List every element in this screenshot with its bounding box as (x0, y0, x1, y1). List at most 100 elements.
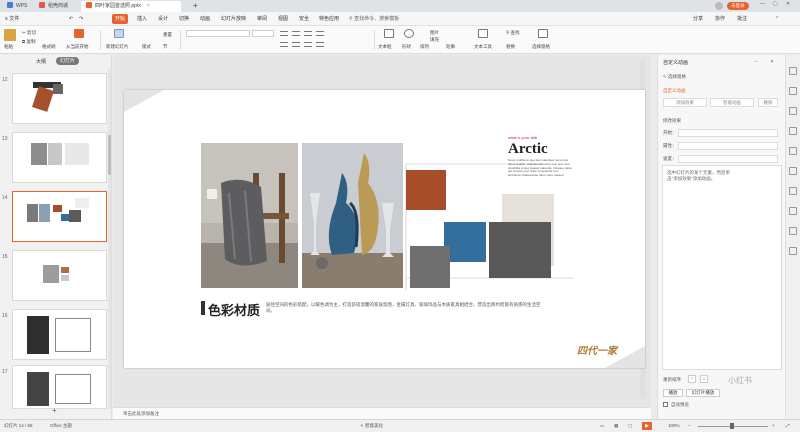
smart-beautify-button[interactable]: ✦ 智能美化 (360, 423, 383, 429)
view-reading-icon[interactable]: ▢ (628, 423, 632, 429)
select-pane-icon[interactable] (538, 29, 548, 38)
font-name-select[interactable] (186, 30, 250, 37)
new-tab-button[interactable]: + (188, 1, 203, 12)
undo-icon[interactable]: ↶ (66, 14, 76, 24)
find-button[interactable]: ⚲ 查找 (506, 30, 520, 36)
tab-slides[interactable]: 幻灯片 (56, 57, 80, 65)
delete-effect-button[interactable]: 删除 (758, 98, 778, 107)
slide[interactable]: what is your skill Arctic Nous n'utiliso… (124, 90, 645, 368)
align-left-icon[interactable] (280, 42, 288, 47)
move-up-icon[interactable]: ↑ (688, 375, 696, 383)
align-center-icon[interactable] (292, 42, 300, 47)
arrange-button[interactable]: 排列 (420, 44, 429, 50)
menu-view[interactable]: 视图 (275, 14, 291, 24)
line-spacing-icon[interactable] (316, 31, 324, 36)
menu-features[interactable]: 特色应用 (316, 14, 342, 24)
shape-icon[interactable] (404, 29, 414, 38)
menu-transitions[interactable]: 切换 (176, 14, 192, 24)
bullets-icon[interactable] (280, 31, 288, 36)
slide-thumbnail[interactable] (12, 309, 107, 360)
tab-outline[interactable]: 大纲 (36, 58, 46, 65)
slide-thumbnail-selected[interactable] (12, 191, 107, 242)
new-slide-button[interactable]: 新建幻灯片 (106, 44, 129, 50)
paste-label[interactable]: 粘贴 (4, 44, 13, 50)
smart-animation-button[interactable]: 智能动画 (710, 98, 754, 107)
view-sorter-icon[interactable]: ▦ (614, 423, 618, 429)
login-badge[interactable]: 未登录 (727, 2, 749, 10)
pane-menu-icon[interactable]: ⋯ (754, 59, 759, 65)
menu-slideshow[interactable]: 幻灯片放映 (218, 14, 249, 24)
notes-pane[interactable]: 单击此处添加备注 (113, 407, 651, 419)
reset-button[interactable]: 重置 (163, 32, 172, 38)
copy-button[interactable]: ⧉ 复制 (22, 39, 35, 45)
tab-document[interactable]: 四叶家园首选照.pptx × (81, 1, 181, 12)
close-tab-icon[interactable]: × (147, 3, 150, 9)
play-slideshow-button[interactable]: ▶ (642, 422, 652, 430)
settings-icon[interactable] (789, 247, 797, 255)
paste-icon[interactable] (4, 29, 16, 41)
comment-button[interactable]: 批注 (734, 14, 750, 24)
collab-button[interactable]: 协作 (712, 14, 728, 24)
fill-button[interactable]: 填充 (430, 37, 439, 43)
view-normal-icon[interactable]: ▭ (600, 423, 604, 429)
select-pane-button[interactable]: 选择窗格 (532, 44, 550, 50)
zoom-in-icon[interactable]: + (772, 423, 775, 428)
select-pane-link[interactable]: ↖ 选择窗格 (663, 74, 686, 80)
textbox-icon[interactable] (384, 29, 394, 38)
menu-security[interactable]: 安全 (296, 14, 312, 24)
menu-home[interactable]: 开始 (112, 14, 129, 24)
section-button[interactable]: 节 (163, 44, 168, 50)
move-down-icon[interactable]: ↓ (700, 375, 708, 383)
property-select[interactable] (678, 142, 778, 150)
zoom-slider-handle[interactable] (730, 423, 734, 429)
layout-icon[interactable] (789, 187, 797, 195)
from-current-button[interactable]: 从当前开始 (66, 44, 89, 50)
close-window-button[interactable]: ✕ (786, 1, 790, 7)
cut-button[interactable]: ✂ 剪切 (22, 30, 36, 36)
play-button[interactable]: 播放 (663, 389, 683, 397)
indent-icon[interactable] (304, 31, 312, 36)
collapse-ribbon-icon[interactable]: ⌃ (772, 14, 782, 24)
slide-thumbnail[interactable] (12, 132, 107, 183)
text-tools-icon[interactable] (478, 29, 488, 38)
avatar[interactable] (715, 2, 723, 10)
outline-button[interactable]: 轮廓 (446, 44, 455, 50)
share-button[interactable]: 分享 (690, 14, 706, 24)
command-search[interactable]: ⚲ 查找命令、搜索模板 (346, 14, 402, 24)
tab-wps[interactable]: WPS (2, 1, 34, 12)
tab-store[interactable]: 稻壳商城 (34, 1, 80, 12)
textbox-button[interactable]: 文本框 (378, 44, 392, 50)
fit-window-icon[interactable]: ⤢ (786, 423, 790, 428)
justify-icon[interactable] (316, 42, 324, 47)
pane-close-icon[interactable]: ✕ (770, 59, 774, 65)
shape-button[interactable]: 形状 (402, 44, 411, 50)
start-select[interactable] (678, 129, 778, 137)
scrollbar-track[interactable] (108, 69, 111, 409)
slide-thumbnail[interactable] (12, 250, 107, 301)
picture-icon[interactable] (789, 167, 797, 175)
menu-animation[interactable]: 动画 (197, 14, 213, 24)
picture-button[interactable]: 图片 (430, 30, 439, 36)
add-slide-button[interactable]: + (52, 406, 57, 415)
new-slide-icon[interactable] (114, 29, 124, 38)
font-size-select[interactable] (252, 30, 274, 37)
menu-review[interactable]: 审阅 (254, 14, 270, 24)
file-menu[interactable]: ≡ 文件 (2, 14, 22, 24)
menu-design[interactable]: 设计 (155, 14, 171, 24)
shape-icon[interactable] (789, 147, 797, 155)
design-icon[interactable] (789, 87, 797, 95)
backup-icon[interactable] (789, 207, 797, 215)
add-effect-button[interactable]: 添加效果 (663, 98, 707, 107)
speed-select[interactable] (678, 155, 778, 163)
maximize-button[interactable]: ▢ (773, 1, 778, 7)
format-painter-button[interactable]: 格式刷 (42, 44, 56, 50)
slide-thumbnail[interactable] (12, 73, 107, 124)
animation-list[interactable]: 选中幻灯片的某个元素，然后单击"添加效果"添加动画。 (662, 165, 782, 370)
zoom-out-icon[interactable]: − (688, 423, 691, 428)
help-icon[interactable] (789, 227, 797, 235)
slideshow-button[interactable]: 幻灯片播放 (686, 389, 720, 397)
play-from-current-icon[interactable] (74, 29, 84, 38)
animation-icon[interactable] (789, 67, 797, 75)
redo-icon[interactable]: ↷ (76, 14, 86, 24)
text-tools-button[interactable]: 文本工具 (474, 44, 492, 50)
